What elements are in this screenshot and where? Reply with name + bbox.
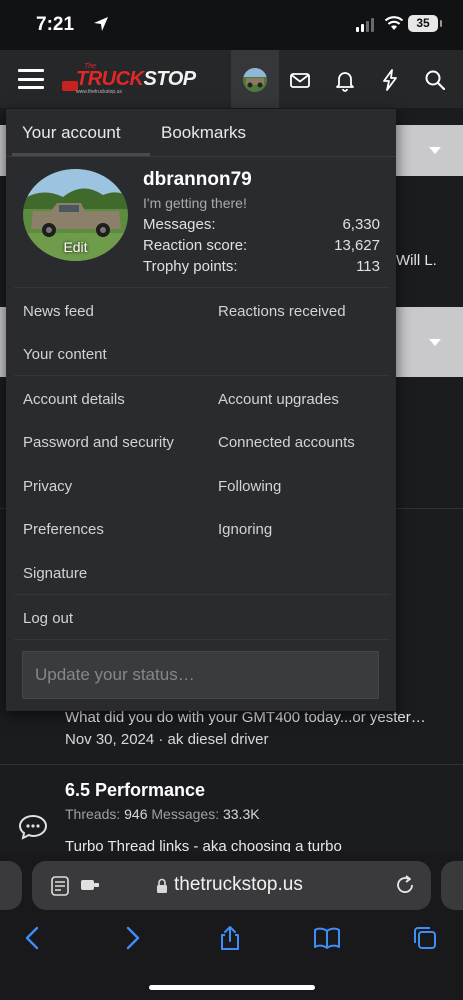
menu-tabs: Your account Bookmarks	[6, 109, 396, 157]
link-log-out[interactable]: Log out	[23, 610, 73, 627]
bell-icon[interactable]	[333, 68, 357, 92]
extension-icon[interactable]	[80, 877, 100, 893]
forum-stats: Threads: 946 Messages: 33.3K	[65, 806, 260, 822]
back-icon[interactable]	[19, 924, 47, 952]
divider	[14, 287, 390, 288]
address-bar-url[interactable]: thetruckstop.us	[174, 874, 303, 896]
tab-your-account[interactable]: Your account	[22, 123, 121, 143]
link-privacy[interactable]: Privacy	[23, 478, 72, 495]
chevron-down-icon[interactable]	[429, 339, 441, 346]
latest-poster[interactable]: Will L.	[396, 252, 437, 269]
location-arrow-icon	[94, 17, 108, 31]
avatar-edit-label[interactable]: Edit	[23, 239, 128, 255]
address-bar[interactable]: thetruckstop.us	[32, 861, 431, 910]
share-icon[interactable]	[216, 924, 244, 952]
link-password-security[interactable]: Password and security	[23, 434, 174, 451]
forward-icon[interactable]	[118, 924, 146, 952]
stat-label: Trophy points:	[143, 258, 238, 275]
user-title: I'm getting there!	[143, 195, 247, 211]
reload-icon[interactable]	[394, 874, 416, 896]
divider	[14, 375, 390, 376]
status-update-input[interactable]	[22, 651, 379, 699]
account-avatar-button[interactable]	[231, 50, 279, 108]
link-account-upgrades[interactable]: Account upgrades	[218, 391, 339, 408]
site-logo[interactable]: The TRUCKSTOP www.thetruckstop.us	[62, 62, 196, 96]
next-tab-preview[interactable]	[441, 861, 463, 910]
latest-thread-link[interactable]: What did you do with your GMT400 today..…	[65, 709, 426, 726]
stat-reaction-score: Reaction score: 13,627	[143, 237, 380, 254]
home-indicator	[149, 985, 315, 990]
stat-value: 13,627	[334, 237, 380, 254]
link-connected-accounts[interactable]: Connected accounts	[218, 434, 355, 451]
stat-value: 6,330	[342, 216, 380, 233]
divider	[14, 594, 390, 595]
active-tab-indicator	[12, 153, 150, 156]
chat-bubble-icon	[18, 814, 48, 840]
link-news-feed[interactable]: News feed	[23, 303, 94, 320]
link-reactions-received[interactable]: Reactions received	[218, 303, 346, 320]
divider	[14, 639, 390, 640]
chevron-down-icon[interactable]	[429, 147, 441, 154]
ios-status-bar: 7:21 35	[0, 0, 463, 50]
link-following[interactable]: Following	[218, 478, 281, 495]
bookmarks-icon[interactable]	[313, 924, 341, 952]
stat-trophy-points: Trophy points: 113	[143, 258, 380, 275]
battery-indicator: 35	[408, 15, 442, 32]
status-time: 7:21	[36, 14, 75, 35]
cellular-signal-icon	[356, 18, 374, 32]
link-your-content[interactable]: Your content	[23, 346, 107, 363]
divider	[0, 764, 463, 765]
wifi-icon	[384, 16, 404, 30]
reader-icon[interactable]	[50, 875, 70, 897]
stat-label: Messages:	[143, 216, 216, 233]
previous-tab-preview[interactable]	[0, 861, 22, 910]
link-ignoring[interactable]: Ignoring	[218, 521, 272, 538]
stat-messages: Messages: 6,330	[143, 216, 380, 233]
mail-icon[interactable]	[288, 68, 312, 92]
account-menu: Your account Bookmarks Edit dbrannon79 I…	[6, 109, 396, 711]
forum-title[interactable]: 6.5 Performance	[65, 780, 205, 801]
profile-avatar[interactable]: Edit	[23, 169, 128, 261]
menu-icon[interactable]	[18, 69, 44, 89]
search-icon[interactable]	[423, 68, 447, 92]
stat-value: 113	[356, 258, 380, 275]
lock-icon	[157, 878, 167, 893]
link-account-details[interactable]: Account details	[23, 391, 125, 408]
username[interactable]: dbrannon79	[143, 169, 252, 191]
avatar	[243, 68, 267, 92]
stat-label: Reaction score:	[143, 237, 248, 254]
lightning-icon[interactable]	[378, 68, 402, 92]
logo-wordmark: TRUCKSTOP	[76, 68, 196, 90]
site-header: The TRUCKSTOP www.thetruckstop.us	[0, 50, 463, 108]
logo-url: www.thetruckstop.us	[76, 89, 122, 95]
link-preferences[interactable]: Preferences	[23, 521, 104, 538]
tab-bookmarks[interactable]: Bookmarks	[161, 123, 246, 143]
link-signature[interactable]: Signature	[23, 565, 87, 582]
tabs-icon[interactable]	[411, 924, 439, 952]
latest-thread-meta[interactable]: Nov 30, 2024 · ak diesel driver	[65, 731, 268, 748]
